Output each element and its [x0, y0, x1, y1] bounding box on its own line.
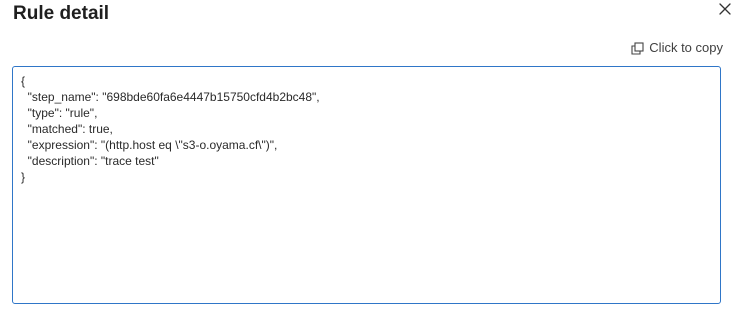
copy-button[interactable]: Click to copy	[631, 39, 723, 57]
json-code-area[interactable]: { "step_name": "698bde60fa6e4447b15750cf…	[12, 66, 721, 304]
code-line: "matched": true,	[21, 122, 113, 136]
copy-icon	[631, 41, 644, 55]
close-button[interactable]	[718, 2, 732, 16]
code-line: "description": "trace test"	[21, 154, 159, 168]
code-line: "expression": "(http.host eq \"s3-o.oyam…	[21, 138, 278, 152]
code-line: "type": "rule",	[21, 106, 98, 120]
code-line: }	[21, 170, 26, 184]
copy-label: Click to copy	[649, 40, 723, 55]
rule-detail-dialog: Rule detail Click to copy { "step_name":…	[0, 0, 739, 328]
close-icon	[719, 3, 731, 15]
code-line: "step_name": "698bde60fa6e4447b15750cfd4…	[21, 90, 320, 104]
dialog-title: Rule detail	[13, 3, 110, 24]
code-line: {	[21, 74, 26, 88]
